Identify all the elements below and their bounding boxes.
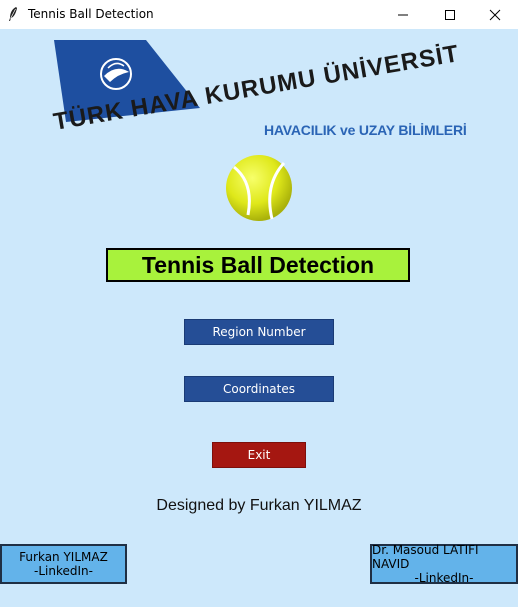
maximize-button[interactable] bbox=[427, 0, 473, 29]
linkedin-masoud-button[interactable]: Dr. Masoud LATIFI NAVID -LinkedIn- bbox=[370, 543, 518, 585]
close-button[interactable] bbox=[472, 0, 518, 29]
link-name: Dr. Masoud LATIFI NAVID bbox=[372, 543, 479, 571]
coordinates-button[interactable]: Coordinates bbox=[184, 376, 334, 402]
close-icon bbox=[489, 9, 501, 20]
region-number-button[interactable]: Region Number bbox=[184, 319, 334, 345]
window-title: Tennis Ball Detection bbox=[28, 7, 154, 21]
link-label: -LinkedIn- bbox=[34, 564, 93, 578]
title-bar: Tennis Ball Detection bbox=[0, 0, 518, 29]
link-name: Furkan YILMAZ bbox=[19, 550, 108, 564]
linkedin-furkan-button[interactable]: Furkan YILMAZ -LinkedIn- bbox=[0, 544, 127, 584]
minimize-icon bbox=[398, 14, 408, 15]
tennis-ball-icon bbox=[226, 155, 292, 221]
page-title: Tennis Ball Detection bbox=[106, 248, 410, 282]
exit-button[interactable]: Exit bbox=[212, 442, 306, 468]
link-label: -LinkedIn- bbox=[414, 571, 474, 585]
minimize-button[interactable] bbox=[380, 0, 426, 29]
maximize-icon bbox=[445, 9, 455, 20]
designer-credit: Designed by Furkan YILMAZ bbox=[156, 497, 362, 514]
faculty-name: HAVACILIK ve UZAY BİLİMLERİ bbox=[264, 122, 467, 138]
feather-icon bbox=[9, 7, 17, 21]
